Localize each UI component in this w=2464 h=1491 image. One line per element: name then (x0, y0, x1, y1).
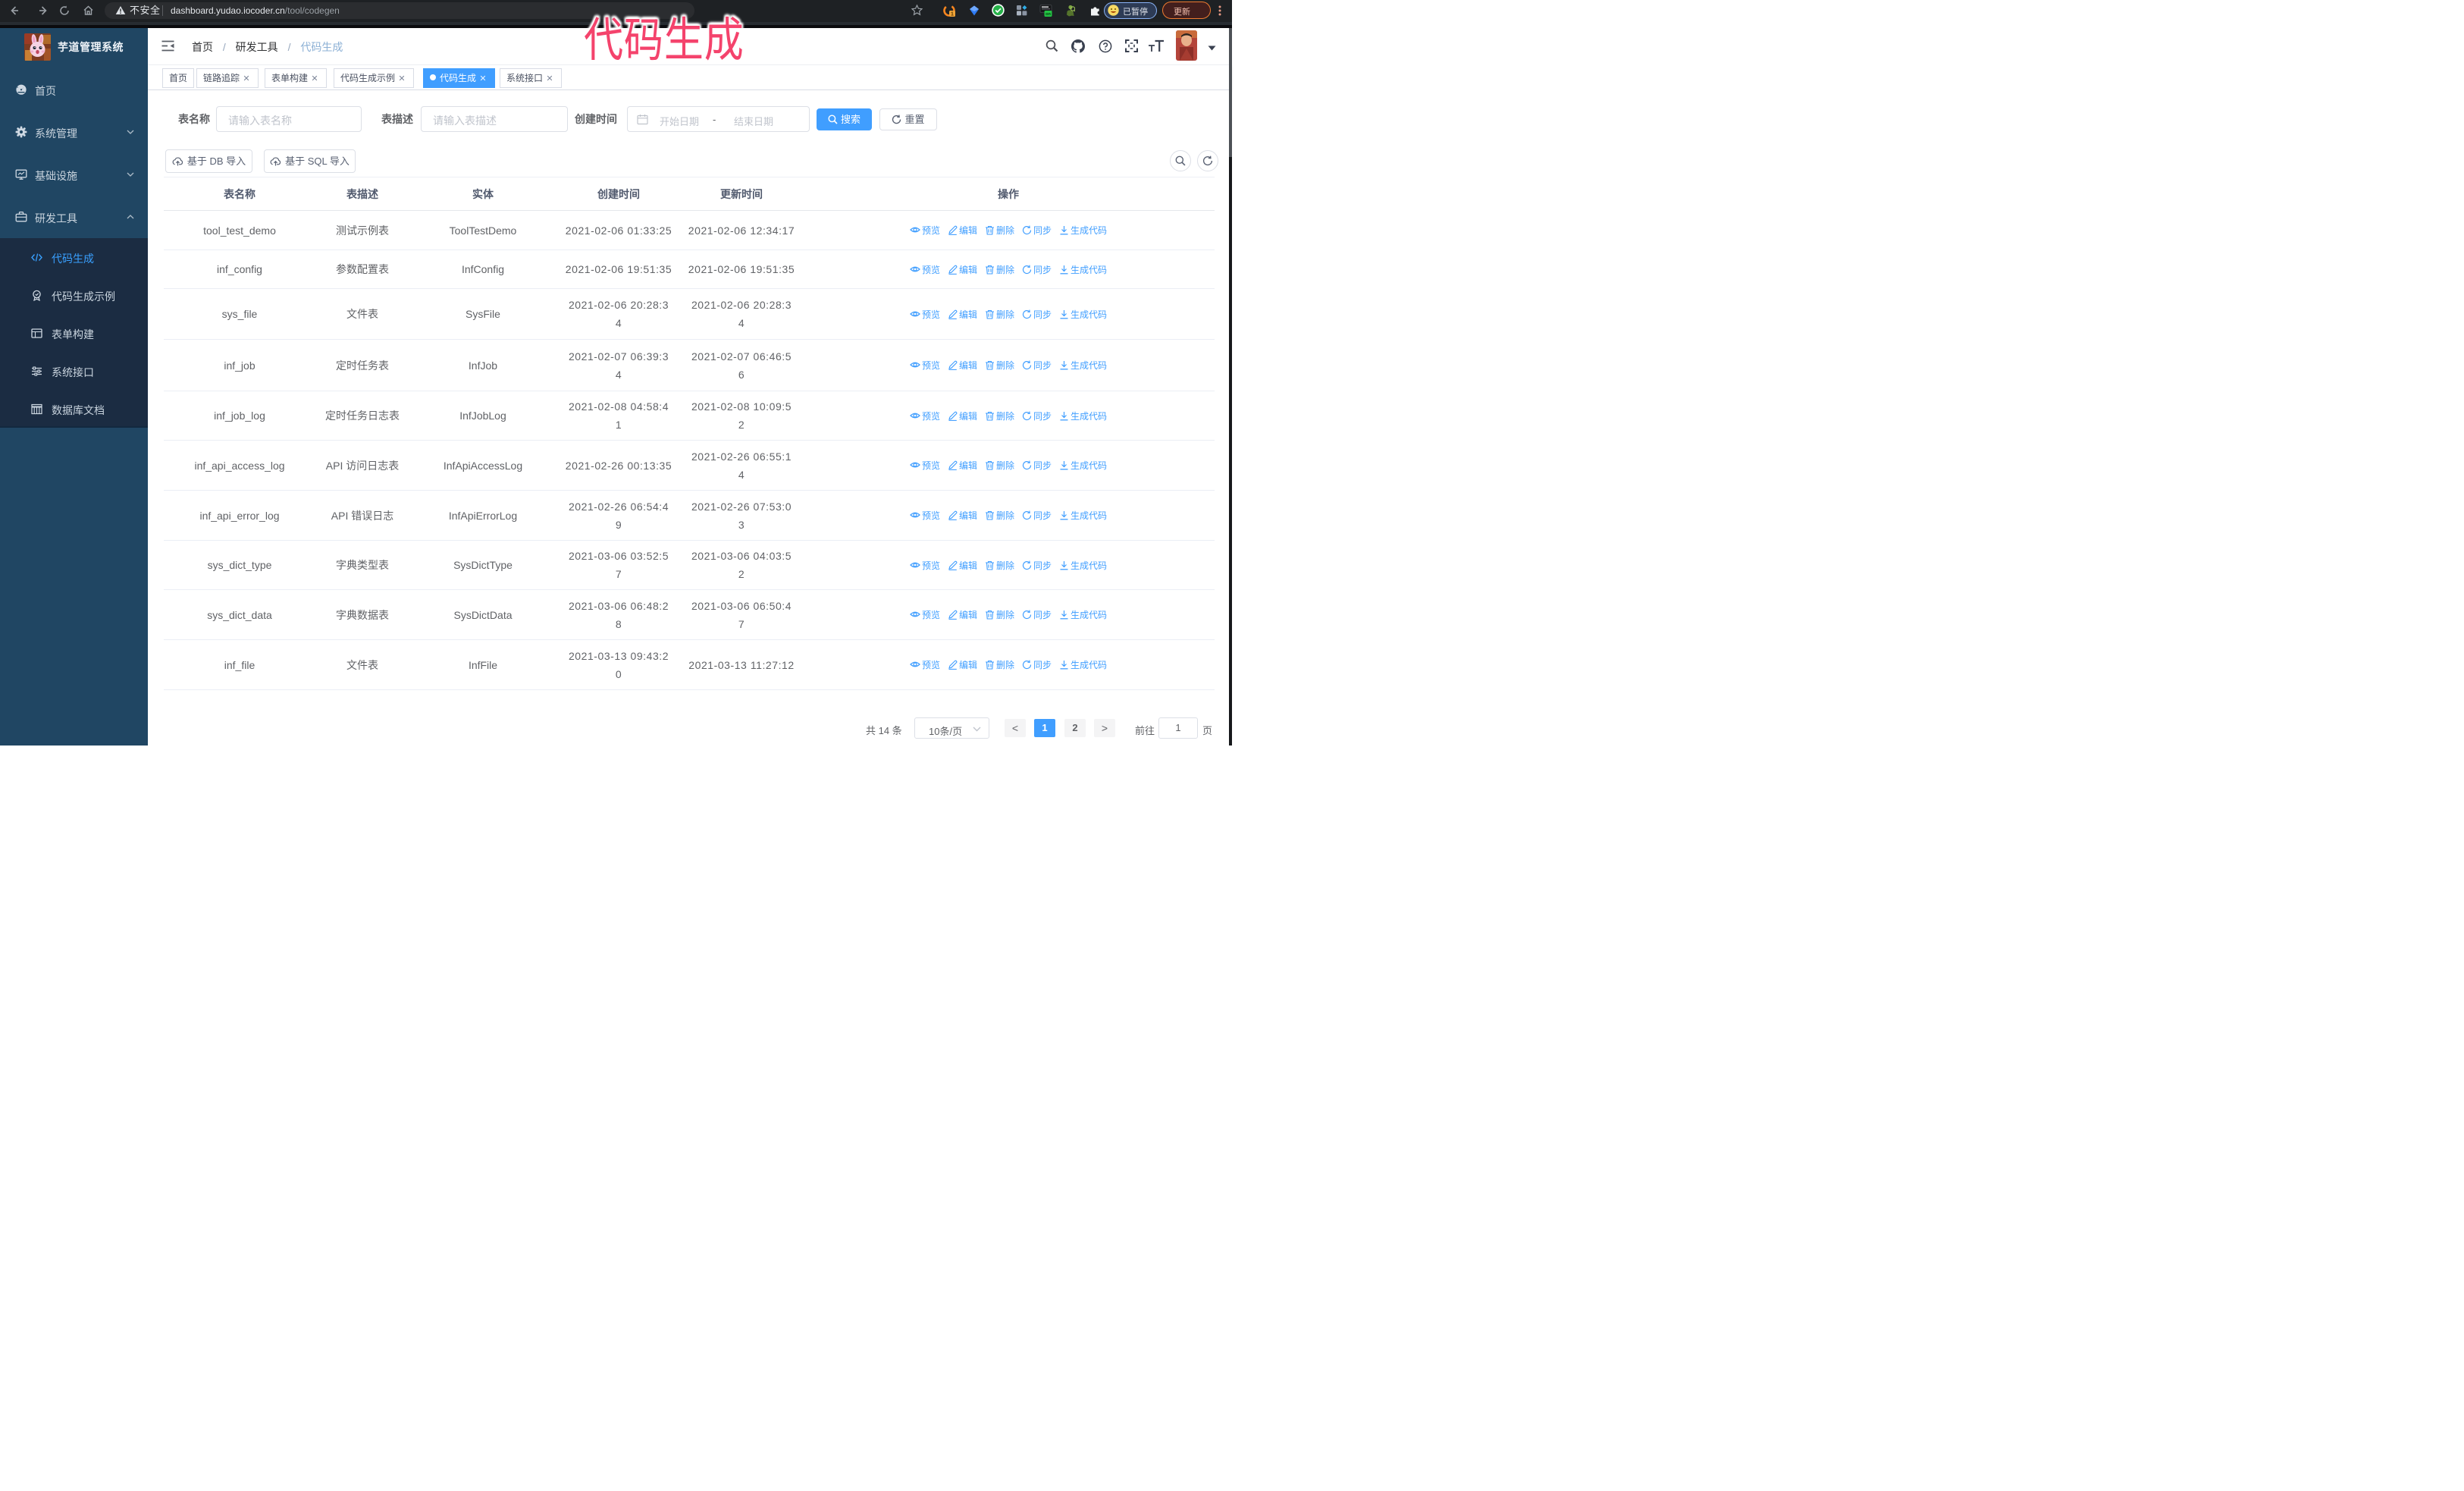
svg-text:on: on (1045, 12, 1051, 17)
svg-text:1: 1 (951, 12, 954, 17)
